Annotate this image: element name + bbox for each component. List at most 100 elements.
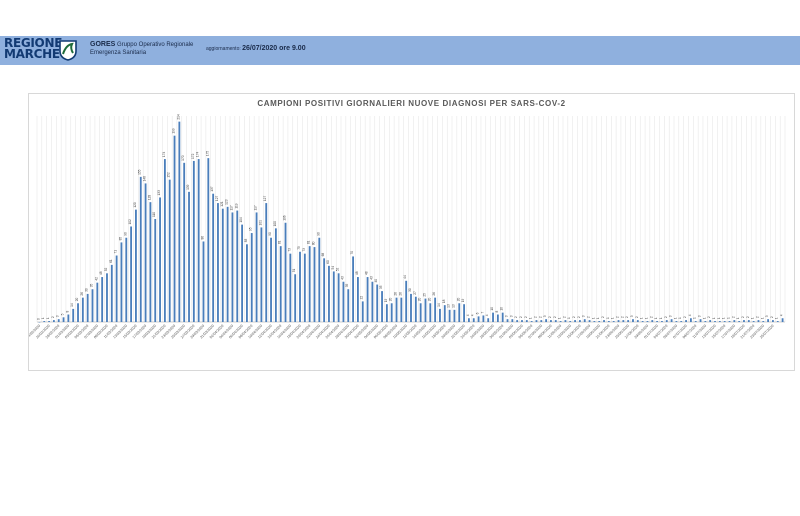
bar bbox=[125, 237, 128, 322]
data-label: 18 bbox=[442, 299, 446, 303]
data-label: 8 bbox=[65, 311, 69, 313]
bar bbox=[550, 320, 552, 322]
bar bbox=[689, 318, 692, 322]
bar bbox=[762, 321, 765, 322]
bar bbox=[178, 121, 181, 323]
data-label: 139 bbox=[186, 184, 190, 190]
bar bbox=[57, 319, 60, 322]
data-label: 73 bbox=[287, 248, 291, 252]
bar bbox=[767, 319, 770, 322]
bar bbox=[381, 291, 383, 322]
bar bbox=[477, 316, 480, 322]
bar bbox=[308, 246, 311, 322]
bar bbox=[135, 209, 137, 322]
bar bbox=[168, 179, 171, 322]
bar bbox=[559, 321, 562, 322]
data-label: 61 bbox=[109, 259, 113, 263]
bar bbox=[81, 297, 84, 322]
data-label: 20 bbox=[427, 297, 431, 301]
data-label: 85 bbox=[118, 237, 122, 241]
bar bbox=[231, 212, 234, 322]
regional-shield-icon bbox=[59, 40, 77, 61]
data-label: 1 bbox=[644, 317, 648, 319]
bar bbox=[506, 319, 509, 322]
data-label: 1 bbox=[751, 317, 755, 319]
data-label: 1 bbox=[659, 317, 663, 319]
data-label: 1 bbox=[760, 317, 764, 319]
bar bbox=[434, 297, 437, 322]
bar bbox=[77, 303, 79, 322]
bar bbox=[530, 321, 533, 322]
data-label: 4 bbox=[780, 314, 784, 316]
bar bbox=[96, 282, 99, 322]
data-label: 3 bbox=[509, 315, 513, 317]
bar bbox=[738, 321, 741, 322]
bar bbox=[747, 320, 750, 322]
data-label: 68 bbox=[321, 253, 325, 257]
bar bbox=[289, 253, 292, 322]
bar bbox=[52, 320, 55, 322]
bar bbox=[318, 237, 321, 322]
data-label: 137 bbox=[210, 186, 214, 192]
data-label: 2 bbox=[707, 316, 711, 318]
data-label: 2 bbox=[553, 316, 557, 318]
data-label: 2 bbox=[731, 316, 735, 318]
data-label: 0 bbox=[36, 318, 40, 320]
bar bbox=[347, 289, 350, 322]
data-label: 102 bbox=[128, 219, 132, 225]
bar bbox=[342, 281, 345, 322]
bar bbox=[217, 203, 219, 322]
data-label: 1 bbox=[722, 317, 726, 319]
data-label: 6 bbox=[476, 312, 480, 314]
bar bbox=[501, 312, 504, 322]
bar bbox=[622, 320, 625, 322]
data-label: 14 bbox=[437, 303, 441, 307]
bar bbox=[337, 273, 340, 322]
bar bbox=[255, 212, 258, 322]
bar bbox=[279, 246, 282, 322]
data-label: 14 bbox=[70, 303, 74, 307]
data-label: 100 bbox=[273, 221, 277, 227]
data-label: 120 bbox=[133, 202, 137, 208]
data-label: 73 bbox=[302, 248, 306, 252]
bar bbox=[641, 321, 644, 322]
bar bbox=[492, 312, 494, 322]
data-label: 26 bbox=[80, 292, 84, 296]
bar bbox=[212, 193, 215, 322]
bar bbox=[352, 256, 354, 322]
bar bbox=[627, 320, 630, 322]
data-label: 1 bbox=[529, 317, 533, 319]
bar bbox=[43, 321, 46, 322]
data-label: 1 bbox=[702, 317, 706, 319]
bar bbox=[617, 320, 620, 322]
bar bbox=[482, 315, 485, 322]
data-label: 48 bbox=[99, 271, 103, 275]
logo-text: REGIONE MARCHE bbox=[4, 37, 62, 60]
data-label: 27 bbox=[413, 291, 417, 295]
data-label: 51 bbox=[292, 268, 296, 272]
data-label: 90 bbox=[316, 232, 320, 236]
bar bbox=[429, 303, 432, 322]
bar bbox=[772, 320, 774, 322]
data-label: 2 bbox=[741, 316, 745, 318]
bar bbox=[757, 320, 760, 322]
bar bbox=[574, 320, 576, 322]
bar bbox=[192, 160, 195, 322]
chart-frame: CAMPIONI POSITIVI GIORNALIERI NUOVE DIAG… bbox=[28, 93, 795, 371]
bar bbox=[661, 321, 663, 322]
data-label: 2 bbox=[625, 316, 629, 318]
regione-marche-logo: REGIONE MARCHE bbox=[2, 37, 80, 63]
bar bbox=[424, 298, 427, 322]
data-label: 71 bbox=[114, 250, 118, 254]
bar bbox=[540, 320, 543, 322]
data-label: 4 bbox=[485, 314, 489, 316]
data-label: 2 bbox=[51, 316, 55, 318]
data-label: 2 bbox=[616, 316, 620, 318]
data-label: 44 bbox=[403, 275, 407, 279]
data-label: 95 bbox=[249, 227, 253, 231]
data-label: 5 bbox=[61, 313, 65, 315]
bar bbox=[110, 264, 113, 322]
bar bbox=[598, 321, 601, 322]
data-label: 127 bbox=[263, 196, 267, 202]
bar bbox=[236, 210, 239, 322]
